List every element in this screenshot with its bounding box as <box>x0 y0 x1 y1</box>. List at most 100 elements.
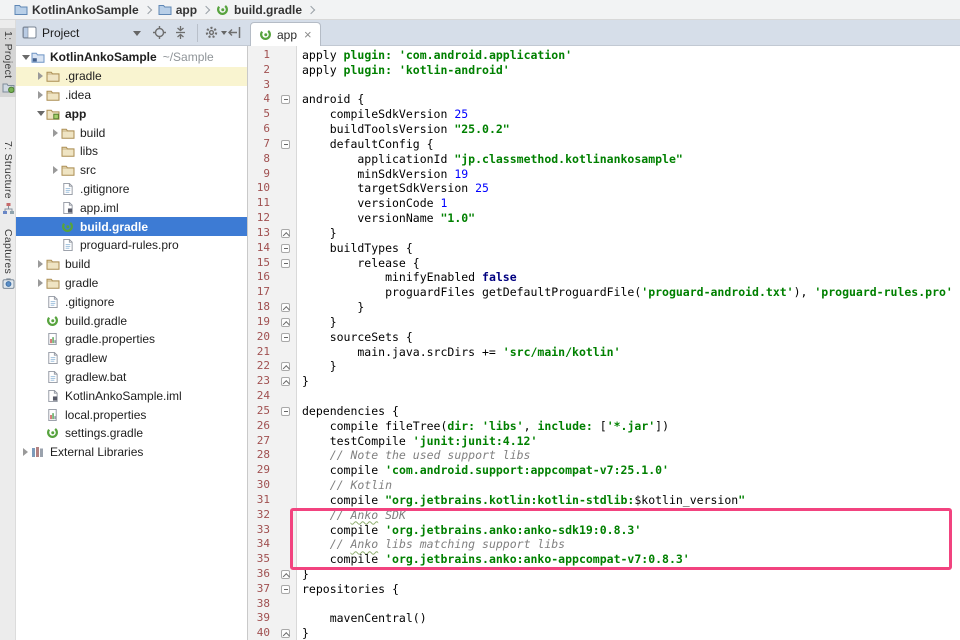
fold-collapse-icon[interactable] <box>281 585 290 594</box>
breadcrumb-item[interactable]: build.gradle <box>216 3 302 17</box>
tree-row[interactable]: .gitignore <box>16 292 247 311</box>
tree-row[interactable]: proguard-rules.pro <box>16 236 247 255</box>
code-line[interactable]: 34 // Anko libs matching support libs <box>248 537 960 552</box>
tree-row[interactable]: app <box>16 104 247 123</box>
chevron-right-icon[interactable] <box>35 72 46 80</box>
code-line[interactable]: 2apply plugin: 'kotlin-android' <box>248 63 960 78</box>
tree-row[interactable]: build.gradle <box>16 311 247 330</box>
code-line[interactable]: 5 compileSdkVersion 25 <box>248 107 960 122</box>
code-line[interactable]: 14 buildTypes { <box>248 241 960 256</box>
fold-collapse-icon[interactable] <box>281 333 290 342</box>
tree-row[interactable]: settings.gradle <box>16 424 247 443</box>
chevron-down-icon[interactable] <box>20 55 31 60</box>
code-text: targetSdkVersion 25 <box>302 181 489 196</box>
code-line[interactable]: 8 applicationId "jp.classmethod.kotlinan… <box>248 152 960 167</box>
tree-row[interactable]: build.gradle <box>16 217 247 236</box>
collapse-all-icon[interactable] <box>173 25 188 40</box>
tree-row[interactable]: build <box>16 123 247 142</box>
chevron-right-icon[interactable] <box>20 448 31 456</box>
breadcrumb-item[interactable]: KotlinAnkoSample <box>14 3 139 17</box>
code-line[interactable]: 25dependencies { <box>248 404 960 419</box>
code-line[interactable]: 39 mavenCentral() <box>248 611 960 626</box>
fold-collapse-icon[interactable] <box>281 140 290 149</box>
code-line[interactable]: 4android { <box>248 92 960 107</box>
hide-panel-icon[interactable] <box>227 25 242 40</box>
code-line[interactable]: 10 targetSdkVersion 25 <box>248 181 960 196</box>
view-dropdown-caret-icon[interactable] <box>133 31 141 36</box>
code-line[interactable]: 18 } <box>248 300 960 315</box>
code-line[interactable]: 27 testCompile 'junit:junit:4.12' <box>248 434 960 449</box>
code-line[interactable]: 37repositories { <box>248 582 960 597</box>
tree-row[interactable]: local.properties <box>16 405 247 424</box>
code-line[interactable]: 7 defaultConfig { <box>248 137 960 152</box>
tree-row[interactable]: gradlew.bat <box>16 368 247 387</box>
code-line[interactable]: 28 // Note the used support libs <box>248 448 960 463</box>
fold-collapse-icon[interactable] <box>281 259 290 268</box>
code-line[interactable]: 31 compile "org.jetbrains.kotlin:kotlin-… <box>248 493 960 508</box>
fold-collapse-icon[interactable] <box>281 244 290 253</box>
code-line[interactable]: 15 release { <box>248 256 960 271</box>
stripe-button-structure[interactable]: 7: Structure <box>0 138 16 218</box>
stripe-button-captures[interactable]: Captures <box>0 226 16 293</box>
code-line[interactable]: 20 sourceSets { <box>248 330 960 345</box>
fold-collapse-icon[interactable] <box>281 407 290 416</box>
code-line[interactable]: 12 versionName "1.0" <box>248 211 960 226</box>
tree-row[interactable]: src <box>16 161 247 180</box>
code-line[interactable]: 3 <box>248 78 960 93</box>
chevron-right-icon[interactable] <box>35 91 46 99</box>
code-line[interactable]: 33 compile 'org.jetbrains.anko:anko-sdk1… <box>248 523 960 538</box>
fold-end-icon[interactable] <box>281 362 290 371</box>
tree-row[interactable]: gradle <box>16 274 247 293</box>
gear-icon[interactable] <box>204 25 219 40</box>
breadcrumb-item[interactable]: app <box>158 3 197 17</box>
code-line[interactable]: 11 versionCode 1 <box>248 196 960 211</box>
code-line[interactable]: 32 // Anko SDK <box>248 508 960 523</box>
tree-row[interactable]: libs <box>16 142 247 161</box>
fold-end-icon[interactable] <box>281 377 290 386</box>
chevron-right-icon[interactable] <box>50 166 61 174</box>
fold-end-icon[interactable] <box>281 629 290 638</box>
tree-row[interactable]: KotlinAnkoSample~/Sample <box>16 48 247 67</box>
chevron-right-icon[interactable] <box>35 260 46 268</box>
stripe-button-project[interactable]: 1: Project <box>0 28 16 97</box>
code-line[interactable]: 16 minifyEnabled false <box>248 270 960 285</box>
fold-end-icon[interactable] <box>281 570 290 579</box>
code-line[interactable]: 23} <box>248 374 960 389</box>
code-line[interactable]: 21 main.java.srcDirs += 'src/main/kotlin… <box>248 345 960 360</box>
code-line[interactable]: 6 buildToolsVersion "25.0.2" <box>248 122 960 137</box>
tree-row[interactable]: gradlew <box>16 349 247 368</box>
code-line[interactable]: 1apply plugin: 'com.android.application' <box>248 48 960 63</box>
tree-row[interactable]: .gitignore <box>16 180 247 199</box>
fold-end-icon[interactable] <box>281 318 290 327</box>
fold-collapse-icon[interactable] <box>281 95 290 104</box>
tree-row[interactable]: gradle.properties <box>16 330 247 349</box>
code-line[interactable]: 35 compile 'org.jetbrains.anko:anko-appc… <box>248 552 960 567</box>
tree-row[interactable]: .gradle <box>16 67 247 86</box>
fold-end-icon[interactable] <box>281 303 290 312</box>
tree-row[interactable]: build <box>16 255 247 274</box>
tab-close-icon[interactable]: × <box>304 28 312 41</box>
chevron-right-icon[interactable] <box>35 279 46 287</box>
code-line[interactable]: 26 compile fileTree(dir: 'libs', include… <box>248 419 960 434</box>
code-line[interactable]: 29 compile 'com.android.support:appcompa… <box>248 463 960 478</box>
code-line[interactable]: 36} <box>248 567 960 582</box>
tree-row[interactable]: External Libraries <box>16 443 247 462</box>
tab-app[interactable]: app × <box>250 22 321 46</box>
code-line[interactable]: 22 } <box>248 359 960 374</box>
tree-row[interactable]: KotlinAnkoSample.iml <box>16 386 247 405</box>
code-line[interactable]: 9 minSdkVersion 19 <box>248 167 960 182</box>
code-line[interactable]: 19 } <box>248 315 960 330</box>
chevron-down-icon[interactable] <box>35 111 46 116</box>
code-line[interactable]: 24 <box>248 389 960 404</box>
locate-icon[interactable] <box>152 25 167 40</box>
code-line[interactable]: 30 // Kotlin <box>248 478 960 493</box>
tree-row[interactable]: app.iml <box>16 198 247 217</box>
code-line[interactable]: 40} <box>248 626 960 640</box>
code-editor[interactable]: 1apply plugin: 'com.android.application'… <box>248 46 960 640</box>
fold-end-icon[interactable] <box>281 229 290 238</box>
code-line[interactable]: 38 <box>248 597 960 612</box>
chevron-right-icon[interactable] <box>50 129 61 137</box>
code-line[interactable]: 13 } <box>248 226 960 241</box>
code-line[interactable]: 17 proguardFiles getDefaultProguardFile(… <box>248 285 960 300</box>
tree-row[interactable]: .idea <box>16 86 247 105</box>
